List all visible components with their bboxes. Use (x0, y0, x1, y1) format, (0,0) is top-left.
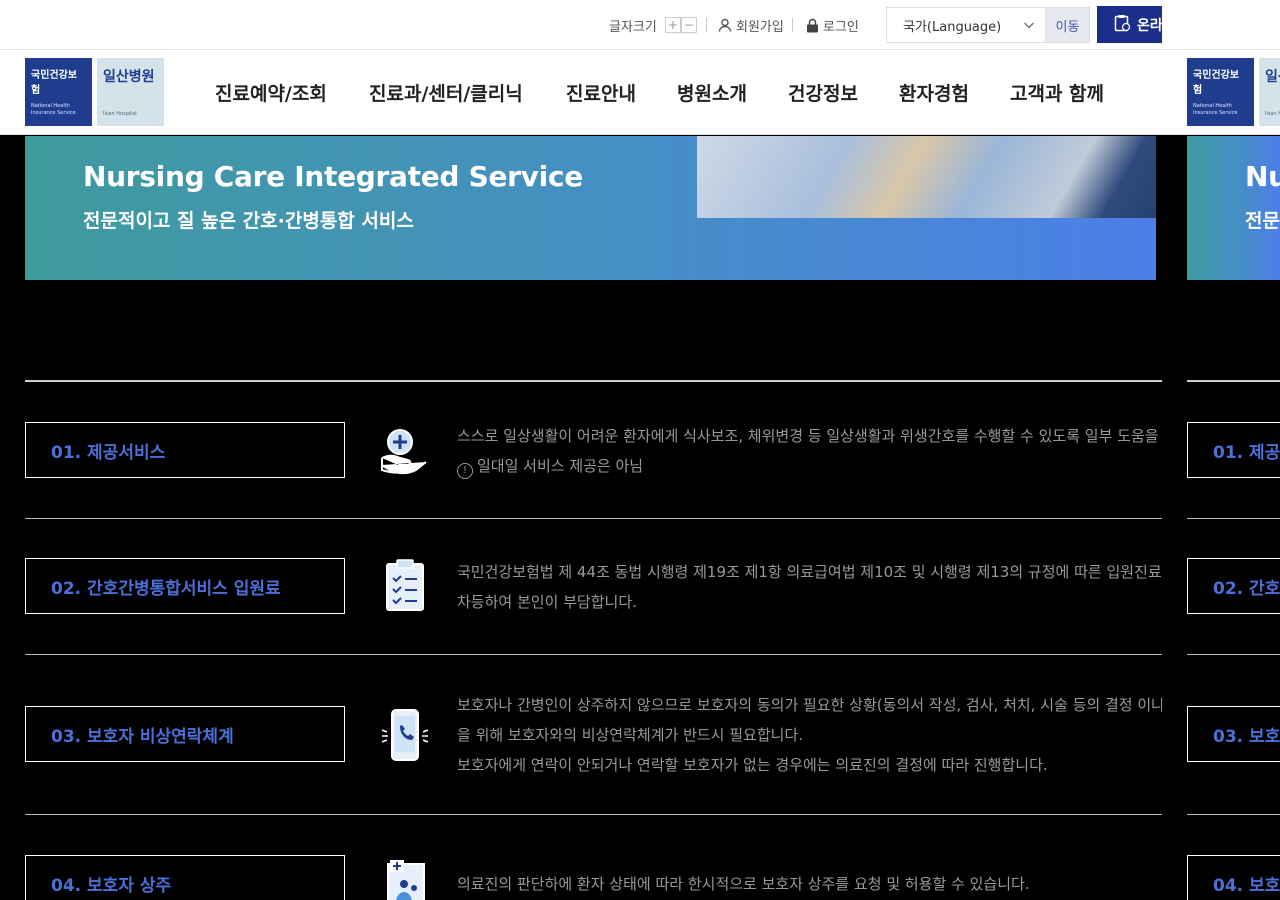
nav-guide[interactable]: 진료안내 (566, 50, 636, 135)
row-label-guardian-stay: 04. 보호자 상주 (25, 855, 345, 900)
info-icon: ! (457, 463, 473, 479)
ilsan-logo: 일산병원 Ilsan Hospital (97, 58, 164, 126)
main-header: 국민건강보험 National Health Insurance Service… (1162, 50, 1280, 135)
chevron-down-icon (1023, 19, 1035, 35)
hospital-logo[interactable]: 국민건강보험 National Health Insurance Service… (25, 58, 164, 126)
nav-about[interactable]: 병원소개 (677, 50, 747, 135)
font-increase-button[interactable]: + (664, 17, 681, 33)
nhis-logo-subtitle: National Health Insurance Service (1193, 103, 1238, 116)
row-divider (1187, 654, 1280, 655)
banner-title-en: Nursing Care Integrated Service (83, 160, 583, 193)
font-size-control: 글자크기 + − (609, 0, 697, 50)
nhis-logo: 국민건강보험 National Health Insurance Service (25, 58, 92, 126)
page-banner: Nursing Care Integrated Service 전문적이고 질 … (25, 136, 1156, 280)
ilsan-logo-title: 일산병원 (1265, 69, 1280, 85)
care-hand-icon (378, 424, 432, 478)
online-reservation-label: 온라 (1137, 17, 1162, 34)
online-reservation-button[interactable]: 온라 (1097, 6, 1162, 43)
desc-line: 보호자나 간병인이 상주하지 않으므로 보호자의 동의가 필요한 상황(동의서 … (457, 696, 1162, 714)
desc-line: 보호자에게 연락이 안되거나 연락할 보호자가 없는 경우에는 의료진의 결정에… (457, 756, 1048, 774)
banner-title-ko: 전문적이고 질 높은 간호·간병통합 서비스 (1245, 210, 1280, 232)
row-desc-fee: 국민건강보험법 제 44조 동법 시행령 제19조 제1항 의료급여법 제10조… (457, 557, 1162, 617)
nhis-logo: 국민건강보험 National Health Insurance Service (1187, 58, 1254, 126)
row-desc-services: 스스로 일상생활이 어려운 환자에게 식사보조, 체위변경 등 일상생활과 위생… (457, 421, 1162, 481)
row-divider (25, 518, 1162, 519)
clipboard-icon (1113, 14, 1131, 36)
row-divider (25, 654, 1162, 655)
duplicate-panel-inner: 국민건강보험 National Health Insurance Service… (1162, 0, 1280, 900)
utility-bar: 글자크기 + − 회원가입 로그인 국가(Language) 이동 온라 (0, 0, 1162, 50)
divider (792, 18, 793, 32)
main-panel: 글자크기 + − 회원가입 로그인 국가(Language) 이동 온라 국민건… (0, 0, 1162, 900)
user-icon (718, 18, 732, 32)
row-divider (1187, 814, 1280, 815)
nav-customer[interactable]: 고객과 함께 (1010, 50, 1104, 135)
font-size-label: 글자크기 (609, 19, 657, 35)
page-banner: Nursing Care Integrated Service 전문적이고 질 … (1187, 136, 1280, 280)
nhis-logo-title: 국민건강보험 (31, 70, 77, 96)
row-label-fee: 02. 간호간병통합서비스 입원료 (25, 558, 345, 614)
nav-departments[interactable]: 진료과/센터/클리닉 (369, 50, 523, 135)
nhis-logo-title: 국민건강보험 (1193, 70, 1239, 96)
row-label-guardian-stay: 04. 보호자 상주 (1187, 855, 1280, 900)
join-label: 회원가입 (736, 19, 784, 35)
row-divider (1187, 518, 1280, 519)
lock-icon (806, 18, 819, 33)
nav-health-info[interactable]: 건강정보 (788, 50, 858, 135)
hospital-logo[interactable]: 국민건강보험 National Health Insurance Service… (1187, 58, 1280, 126)
utility-bar (1162, 0, 1280, 50)
row-label-emergency-contact: 03. 보호자 비상연락체계 (1187, 706, 1280, 762)
nav-reservation[interactable]: 진료예약/조회 (215, 50, 327, 135)
row-desc-emergency-contact: 보호자나 간병인이 상주하지 않으므로 보호자의 동의가 필요한 상황(동의서 … (457, 690, 1162, 780)
duplicate-panel: 국민건강보험 National Health Insurance Service… (1162, 0, 1280, 900)
row-desc-guardian-stay: 의료진의 판단하에 환자 상태에 따라 한시적으로 보호자 상주를 요청 및 허… (457, 869, 1162, 899)
banner-photo (697, 136, 1156, 218)
nhis-logo-subtitle: National Health Insurance Service (31, 103, 76, 116)
row-label-emergency-contact: 03. 보호자 비상연락체계 (25, 706, 345, 762)
desc-line: 스스로 일상생활이 어려운 환자에게 식사보조, 체위변경 등 일상생활과 위생… (457, 427, 1159, 445)
language-selected-value: 국가(Language) (903, 19, 1002, 35)
row-divider (25, 814, 1162, 815)
ilsan-logo: 일산병원 Ilsan Hospital (1259, 58, 1280, 126)
note-line: ! 일대일 서비스 제공은 아님 (457, 451, 1162, 481)
row-label-fee: 02. 간호간병통합서비스 입원료 (1187, 558, 1280, 614)
nav-patient-experience[interactable]: 환자경험 (899, 50, 969, 135)
clipboard-icon (378, 558, 432, 612)
language-go-button[interactable]: 이동 (1046, 7, 1090, 43)
banner-title-ko: 전문적이고 질 높은 간호·간병통합 서비스 (83, 210, 414, 232)
desc-line: 국민건강보험법 제 44조 동법 시행령 제19조 제1항 의료급여법 제10조… (457, 563, 1162, 581)
ilsan-logo-title: 일산병원 (103, 69, 155, 85)
divider (706, 18, 707, 32)
font-decrease-button[interactable]: − (680, 17, 697, 33)
guardian-icon (378, 858, 432, 900)
main-header: 국민건강보험 National Health Insurance Service… (0, 50, 1162, 135)
desc-line: 의료진의 판단하에 환자 상태에 따라 한시적으로 보호자 상주를 요청 및 허… (457, 875, 1030, 893)
phone-icon (378, 708, 432, 762)
ilsan-logo-subtitle: Ilsan Hospital (103, 111, 137, 117)
desc-line: 차등하여 본인이 부담합니다. (457, 593, 637, 611)
section-top-rule (1187, 380, 1280, 382)
login-link[interactable]: 로그인 (806, 0, 859, 50)
row-label-services: 01. 제공서비스 (1187, 422, 1280, 478)
desc-line: 을 위해 보호자와의 비상연락체계가 반드시 필요합니다. (457, 726, 804, 744)
banner-title-en: Nursing Care Integrated Service (1245, 160, 1280, 193)
ilsan-logo-subtitle: Ilsan Hospital (1265, 111, 1280, 117)
login-label: 로그인 (823, 19, 859, 35)
join-link[interactable]: 회원가입 (718, 0, 784, 50)
note-text: 일대일 서비스 제공은 아님 (477, 457, 644, 475)
language-select[interactable]: 국가(Language) (886, 7, 1046, 43)
row-label-services: 01. 제공서비스 (25, 422, 345, 478)
section-top-rule (25, 380, 1162, 382)
